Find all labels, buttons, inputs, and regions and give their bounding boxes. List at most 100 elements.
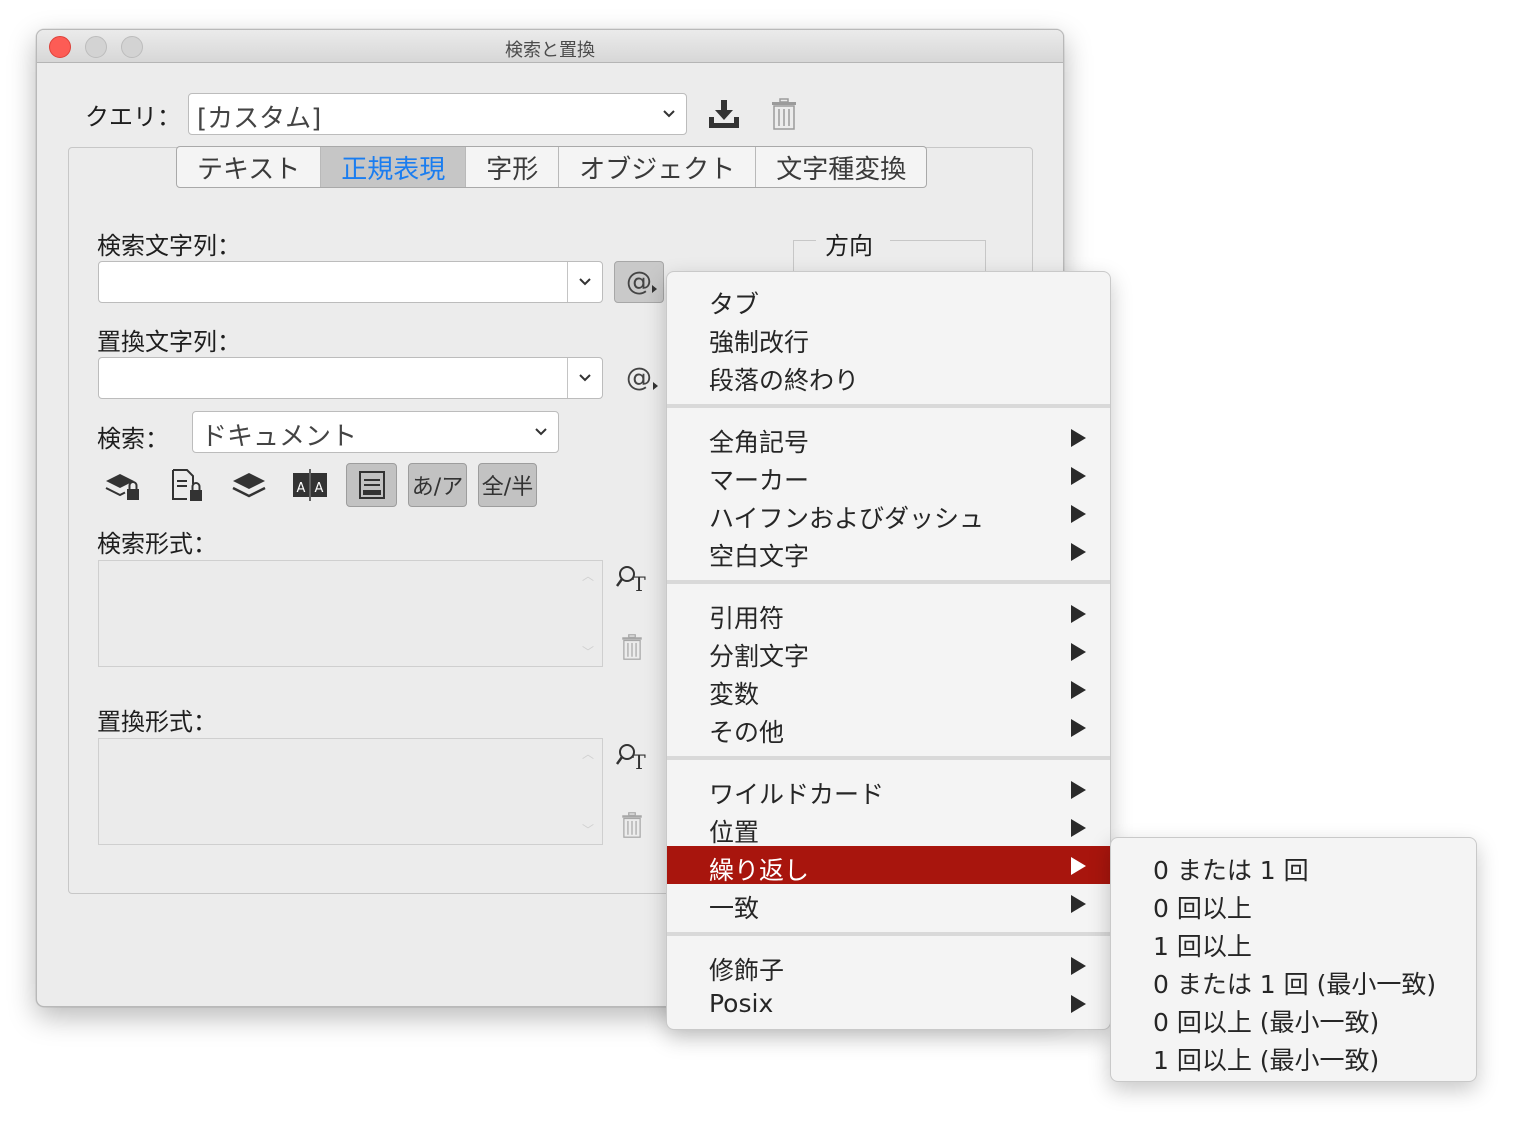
tab-grep[interactable]: 正規表現 bbox=[321, 147, 467, 187]
menu-item-modifiers[interactable]: 修飾子 bbox=[667, 946, 1110, 985]
submenu-arrow-icon bbox=[1071, 719, 1086, 737]
locked-stories-icon bbox=[172, 469, 202, 501]
include-locked-layers-button[interactable] bbox=[101, 463, 145, 507]
menu-item-break-character[interactable]: 分割文字 bbox=[667, 632, 1110, 671]
menu-item-posix[interactable]: Posix bbox=[667, 984, 1110, 1022]
submenu-arrow-icon bbox=[1071, 895, 1086, 913]
menu-item-end-of-paragraph[interactable]: 段落の終わり bbox=[667, 356, 1110, 395]
menu-item-match[interactable]: 一致 bbox=[667, 884, 1110, 923]
scroll-up-icon: ︿ bbox=[581, 747, 594, 761]
save-query-button[interactable] bbox=[705, 96, 743, 132]
layers-icon bbox=[232, 473, 266, 498]
menu-item-wildcards[interactable]: ワイルドカード bbox=[667, 770, 1110, 809]
submenu-arrow-icon bbox=[1071, 681, 1086, 699]
menu-item-quotation-marks[interactable]: 引用符 bbox=[667, 594, 1110, 633]
replace-special-chars-button[interactable]: @ bbox=[614, 357, 664, 399]
menu-separator bbox=[667, 404, 1110, 408]
menu-item-forced-line-break[interactable]: 強制改行 bbox=[667, 318, 1110, 357]
find-special-chars-button[interactable]: @ bbox=[614, 261, 664, 303]
clear-replace-format-button[interactable] bbox=[617, 808, 647, 842]
delete-query-button[interactable] bbox=[767, 96, 801, 132]
search-scope-select[interactable]: ドキュメント bbox=[192, 411, 559, 453]
submenu-arrow-icon bbox=[1071, 857, 1086, 875]
menu-separator bbox=[667, 580, 1110, 584]
at-icon: @ bbox=[626, 363, 652, 393]
menu-item-symbols[interactable]: 全角記号 bbox=[667, 418, 1110, 457]
menu-item-repeat[interactable]: 繰り返し bbox=[667, 846, 1110, 885]
tab-bar: テキスト 正規表現 字形 オブジェクト 文字種変換 bbox=[176, 146, 928, 188]
query-value: [カスタム] bbox=[197, 104, 322, 134]
submenu-item-one-or-more[interactable]: 1 回以上 bbox=[1111, 922, 1476, 961]
kana-sensitive-button[interactable]: あ/ア bbox=[408, 463, 467, 507]
repeat-submenu: 0 または 1 回 0 回以上 1 回以上 0 または 1 回 (最小一致) 0… bbox=[1110, 837, 1477, 1082]
menu-item-tab[interactable]: タブ bbox=[667, 280, 1110, 319]
include-footnotes-button[interactable] bbox=[346, 463, 397, 507]
search-scope-value: ドキュメント bbox=[201, 422, 358, 452]
triangle-right-icon bbox=[653, 382, 658, 390]
triangle-right-icon bbox=[652, 285, 657, 293]
clear-find-format-button[interactable] bbox=[617, 630, 647, 664]
menu-item-locations[interactable]: 位置 bbox=[667, 808, 1110, 847]
include-hidden-layers-button[interactable] bbox=[227, 463, 271, 507]
locked-layers-icon bbox=[105, 474, 139, 500]
scroll-down-icon: ﹀ bbox=[581, 645, 594, 659]
svg-text:T: T bbox=[632, 750, 646, 772]
submenu-arrow-icon bbox=[1071, 505, 1086, 523]
query-label: クエリ： bbox=[85, 103, 181, 131]
svg-text:A: A bbox=[315, 481, 324, 496]
svg-text:A: A bbox=[297, 481, 306, 496]
tab-transliterate[interactable]: 文字種変換 bbox=[756, 147, 926, 187]
menu-separator bbox=[667, 756, 1110, 760]
special-characters-menu: タブ 強制改行 段落の終わり 全角記号 マーカー ハイフンおよびダッシュ 空白文… bbox=[666, 271, 1111, 1030]
submenu-arrow-icon bbox=[1071, 957, 1086, 975]
find-format-label: 検索形式： bbox=[97, 530, 217, 558]
submenu-arrow-icon bbox=[1071, 643, 1086, 661]
format-search-icon: T bbox=[616, 566, 646, 594]
submenu-arrow-icon bbox=[1071, 429, 1086, 447]
chevron-down-icon[interactable] bbox=[576, 272, 594, 290]
replace-input[interactable] bbox=[98, 357, 603, 399]
footnotes-icon bbox=[358, 471, 385, 499]
tab-text[interactable]: テキスト bbox=[177, 147, 322, 187]
specify-replace-format-button[interactable]: T bbox=[615, 741, 651, 773]
find-input[interactable] bbox=[98, 261, 603, 303]
master-pages-icon: A A bbox=[293, 469, 327, 501]
specify-find-format-button[interactable]: T bbox=[615, 563, 651, 595]
menu-item-markers[interactable]: マーカー bbox=[667, 456, 1110, 495]
tab-object[interactable]: オブジェクト bbox=[559, 147, 757, 187]
format-search-icon: T bbox=[616, 744, 646, 772]
include-master-pages-button[interactable]: A A bbox=[288, 463, 332, 507]
chevron-down-icon bbox=[535, 428, 547, 436]
submenu-item-one-or-more-shortest[interactable]: 1 回以上 (最小一致) bbox=[1111, 1036, 1476, 1075]
replace-format-box[interactable]: ︿ ﹀ bbox=[98, 738, 603, 845]
save-query-icon bbox=[709, 100, 739, 128]
submenu-arrow-icon bbox=[1071, 819, 1086, 837]
trash-icon bbox=[772, 98, 796, 130]
menu-item-white-space[interactable]: 空白文字 bbox=[667, 532, 1110, 571]
divider bbox=[567, 358, 568, 398]
submenu-item-zero-or-more-shortest[interactable]: 0 回以上 (最小一致) bbox=[1111, 998, 1476, 1037]
submenu-item-zero-or-more[interactable]: 0 回以上 bbox=[1111, 884, 1476, 923]
query-select[interactable]: [カスタム] bbox=[188, 93, 687, 135]
search-label: 検索： bbox=[97, 425, 169, 453]
menu-item-other[interactable]: その他 bbox=[667, 708, 1110, 747]
submenu-arrow-icon bbox=[1071, 467, 1086, 485]
title-bar[interactable]: 検索と置換 bbox=[37, 30, 1063, 63]
include-locked-stories-button[interactable] bbox=[165, 463, 209, 507]
find-format-box[interactable]: ︿ ﹀ bbox=[98, 560, 603, 667]
menu-separator bbox=[667, 932, 1110, 936]
menu-item-hyphens-and-dashes[interactable]: ハイフンおよびダッシュ bbox=[667, 494, 1110, 533]
chevron-down-icon[interactable] bbox=[576, 368, 594, 386]
replace-label: 置換文字列： bbox=[97, 328, 241, 356]
submenu-arrow-icon bbox=[1071, 605, 1086, 623]
submenu-item-zero-or-one[interactable]: 0 または 1 回 bbox=[1111, 846, 1476, 885]
submenu-arrow-icon bbox=[1071, 781, 1086, 799]
trash-icon bbox=[622, 634, 642, 660]
submenu-item-zero-or-one-shortest[interactable]: 0 または 1 回 (最小一致) bbox=[1111, 960, 1476, 999]
trash-icon bbox=[622, 812, 642, 838]
window-title: 検索と置換 bbox=[505, 40, 595, 61]
tab-glyph[interactable]: 字形 bbox=[466, 147, 560, 187]
width-sensitive-button[interactable]: 全/半 bbox=[478, 463, 537, 507]
menu-item-variable[interactable]: 変数 bbox=[667, 670, 1110, 709]
divider bbox=[567, 262, 568, 302]
